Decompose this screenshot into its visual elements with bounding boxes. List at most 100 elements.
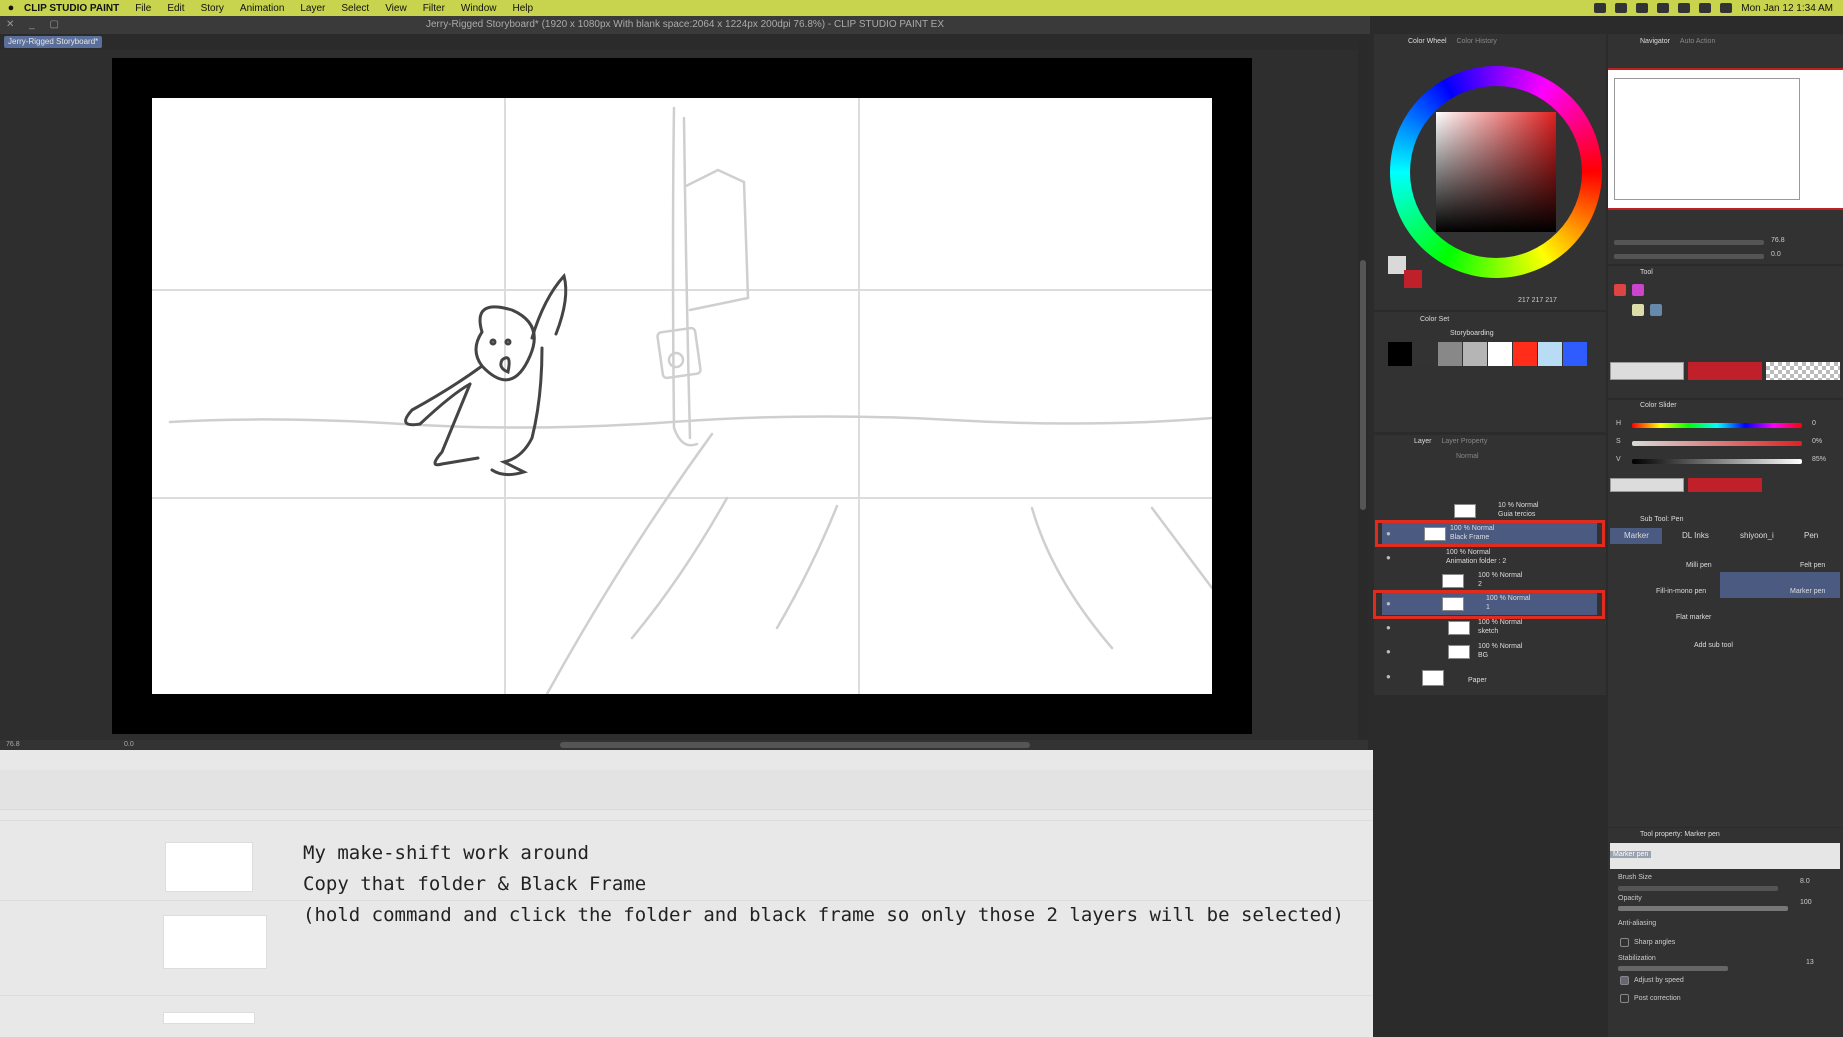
color-swatch[interactable] [1563,342,1587,366]
brush-fill-in-mono-pen[interactable]: Fill-in-mono pen [1656,588,1706,595]
stabilization-slider[interactable] [1618,966,1728,971]
rotation-slider[interactable] [1614,254,1764,259]
canvas-vertical-scrollbar[interactable] [1358,40,1368,740]
menubar-clock[interactable]: Mon Jan 12 1:34 AM [1741,3,1833,14]
timeline-cel-thumbnail[interactable] [163,1012,255,1024]
color-swatch[interactable] [1538,342,1562,366]
canvas-paper[interactable] [152,98,1214,696]
brush-size-value[interactable]: 8.0 [1800,878,1810,885]
tab-navigator[interactable]: Navigator [1640,38,1670,45]
grid-icon[interactable] [1615,3,1628,13]
navigator-preview[interactable] [1608,68,1843,210]
layer-bg[interactable]: ● 100 % Normal BG [1382,641,1597,663]
color-swatch[interactable] [1463,342,1487,366]
tool-main-color[interactable] [1610,362,1684,380]
brush-size-slider[interactable] [1618,886,1778,891]
canvas-horizontal-scrollbar[interactable] [560,742,1030,748]
color-swatch[interactable] [1413,342,1437,366]
zoom-level[interactable]: 76.8 [6,740,20,750]
navigator-angle[interactable]: 0.0 [1771,251,1781,258]
adjust-by-speed-checkbox[interactable] [1620,976,1629,985]
headphones-icon[interactable] [1657,3,1670,13]
layer-folder-2[interactable]: 100 % Normal 2 [1382,570,1597,592]
document-tab[interactable]: Jerry-Rigged Storyboard* [4,36,103,48]
value-value[interactable]: 85% [1812,456,1826,463]
scroll-thumb[interactable] [1360,260,1366,510]
menu-select[interactable]: Select [341,3,369,14]
tab-layer-property[interactable]: Layer Property [1441,438,1487,445]
brush-flat-marker[interactable]: Flat marker [1676,614,1711,621]
control-center-icon[interactable] [1720,3,1733,13]
layer-sketch[interactable]: ● 100 % Normal sketch [1382,617,1597,639]
selected-tool-icon[interactable] [1650,304,1662,316]
timeline-panel[interactable] [0,750,1373,1037]
brush-marker-pen[interactable]: Marker pen [1790,588,1825,595]
tab-auto-action[interactable]: Auto Action [1680,38,1715,45]
hue-slider[interactable] [1632,423,1802,428]
dropbox-icon[interactable] [1594,3,1607,13]
hue-value[interactable]: 0 [1812,420,1816,427]
timeline-ruler[interactable] [0,770,1373,810]
transparent-color[interactable] [1766,362,1840,380]
color-set-name[interactable]: Storyboarding [1450,330,1494,337]
tab-layer[interactable]: Layer [1414,438,1432,445]
subtool-tab-dl-inks[interactable]: DL Inks [1668,528,1709,544]
saturation-value[interactable]: 0% [1812,438,1822,445]
pen-tool-icon[interactable] [1614,284,1626,296]
post-correction-checkbox[interactable] [1620,994,1629,1003]
slider-sub-color[interactable] [1688,478,1762,492]
eye-icon[interactable]: ● [1386,553,1391,562]
menu-story[interactable]: Story [201,3,224,14]
saturation-value-square[interactable] [1436,112,1556,232]
wifi-icon[interactable] [1699,3,1712,13]
sharp-angles-checkbox[interactable] [1620,938,1629,947]
eye-icon[interactable]: ● [1386,647,1391,656]
blend-mode-select[interactable]: Normal [1456,453,1479,460]
rotation-angle[interactable]: 0.0 [124,740,134,750]
opacity-slider[interactable] [1618,906,1788,911]
menu-filter[interactable]: Filter [423,3,445,14]
subtool-tab-pen[interactable]: Pen [1790,528,1818,544]
saturation-slider[interactable] [1632,441,1802,446]
window-controls[interactable]: ✕ _ ▢ [6,16,65,34]
brush-milli-pen[interactable]: Milli pen [1686,562,1712,569]
menu-edit[interactable]: Edit [167,3,184,14]
menu-layer[interactable]: Layer [300,3,325,14]
menu-window[interactable]: Window [461,3,497,14]
timeline-cel-thumbnail[interactable] [163,915,267,969]
color-swatch[interactable] [1513,342,1537,366]
menu-help[interactable]: Help [513,3,534,14]
marker-tool-icon[interactable] [1632,304,1644,316]
sub-color-swatch[interactable] [1404,270,1422,288]
bluetooth-icon[interactable] [1678,3,1691,13]
layer-animation-folder[interactable]: ● 100 % Normal Animation folder : 2 [1382,547,1597,569]
eye-icon[interactable]: ● [1386,623,1391,632]
tool-sub-color[interactable] [1688,362,1762,380]
color-swatch[interactable] [1488,342,1512,366]
zoom-slider[interactable] [1614,240,1764,245]
subtool-tab-marker[interactable]: Marker [1610,528,1662,544]
slider-main-color[interactable] [1610,478,1684,492]
layer-paper[interactable]: ● Paper [1382,666,1597,688]
menu-animation[interactable]: Animation [240,3,284,14]
color-swatch[interactable] [1388,342,1412,366]
tab-color-history[interactable]: Color History [1456,38,1496,45]
add-sub-tool-button[interactable]: Add sub tool [1694,642,1733,649]
menu-view[interactable]: View [385,3,407,14]
subtool-tab-shiyoon[interactable]: shiyoon_i [1726,528,1774,544]
brush-tool-icon[interactable] [1632,284,1644,296]
color-swatch[interactable] [1438,342,1462,366]
layer-guia-tercios[interactable]: 10 % Normal Guia tercios [1382,500,1597,522]
menu-file[interactable]: File [135,3,151,14]
eye-icon[interactable]: ● [1386,672,1391,681]
input-source-icon[interactable] [1636,3,1649,13]
opacity-value[interactable]: 100 [1800,899,1812,906]
tab-color-wheel[interactable]: Color Wheel [1408,38,1447,45]
stabilization-value[interactable]: 13 [1806,959,1814,966]
timeline-cel-thumbnail[interactable] [165,842,253,892]
brush-felt-pen[interactable]: Felt pen [1800,562,1825,569]
app-name[interactable]: CLIP STUDIO PAINT [24,3,119,14]
apple-icon[interactable]: ● [0,2,22,14]
navigator-zoom[interactable]: 76.8 [1771,237,1785,244]
value-slider[interactable] [1632,459,1802,464]
